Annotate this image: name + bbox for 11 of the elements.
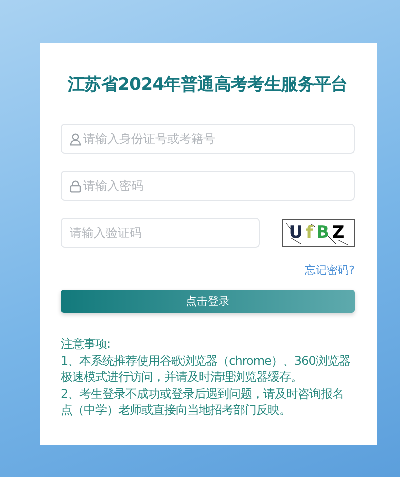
page-title: 江苏省2024年普通高考考生服务平台 (67, 74, 349, 96)
user-icon (70, 132, 82, 146)
forgot-password-link[interactable]: 忘记密码? (305, 263, 355, 278)
lock-icon (70, 180, 82, 192)
input-field[interactable]: 请输入验证码 (61, 218, 260, 248)
login-button[interactable]: 点击登录 (61, 290, 355, 313)
input-field[interactable]: 请输入密码 (61, 171, 355, 201)
notice-text: 1、本系统推荐使用谷歌浏览器（chrome）、360浏览器极速模式进行访问，并请及时清理浏览器缓存。 (61, 352, 352, 386)
notes-heading: 注意事项: (61, 336, 112, 352)
input-field[interactable]: 请输入身份证号或考籍号 (61, 124, 355, 154)
notice-text: 2、考生登录不成功或登录后遇到问题，请及时咨询报名点（中学）老师或直接向当地招考部门反映。 (61, 386, 346, 418)
